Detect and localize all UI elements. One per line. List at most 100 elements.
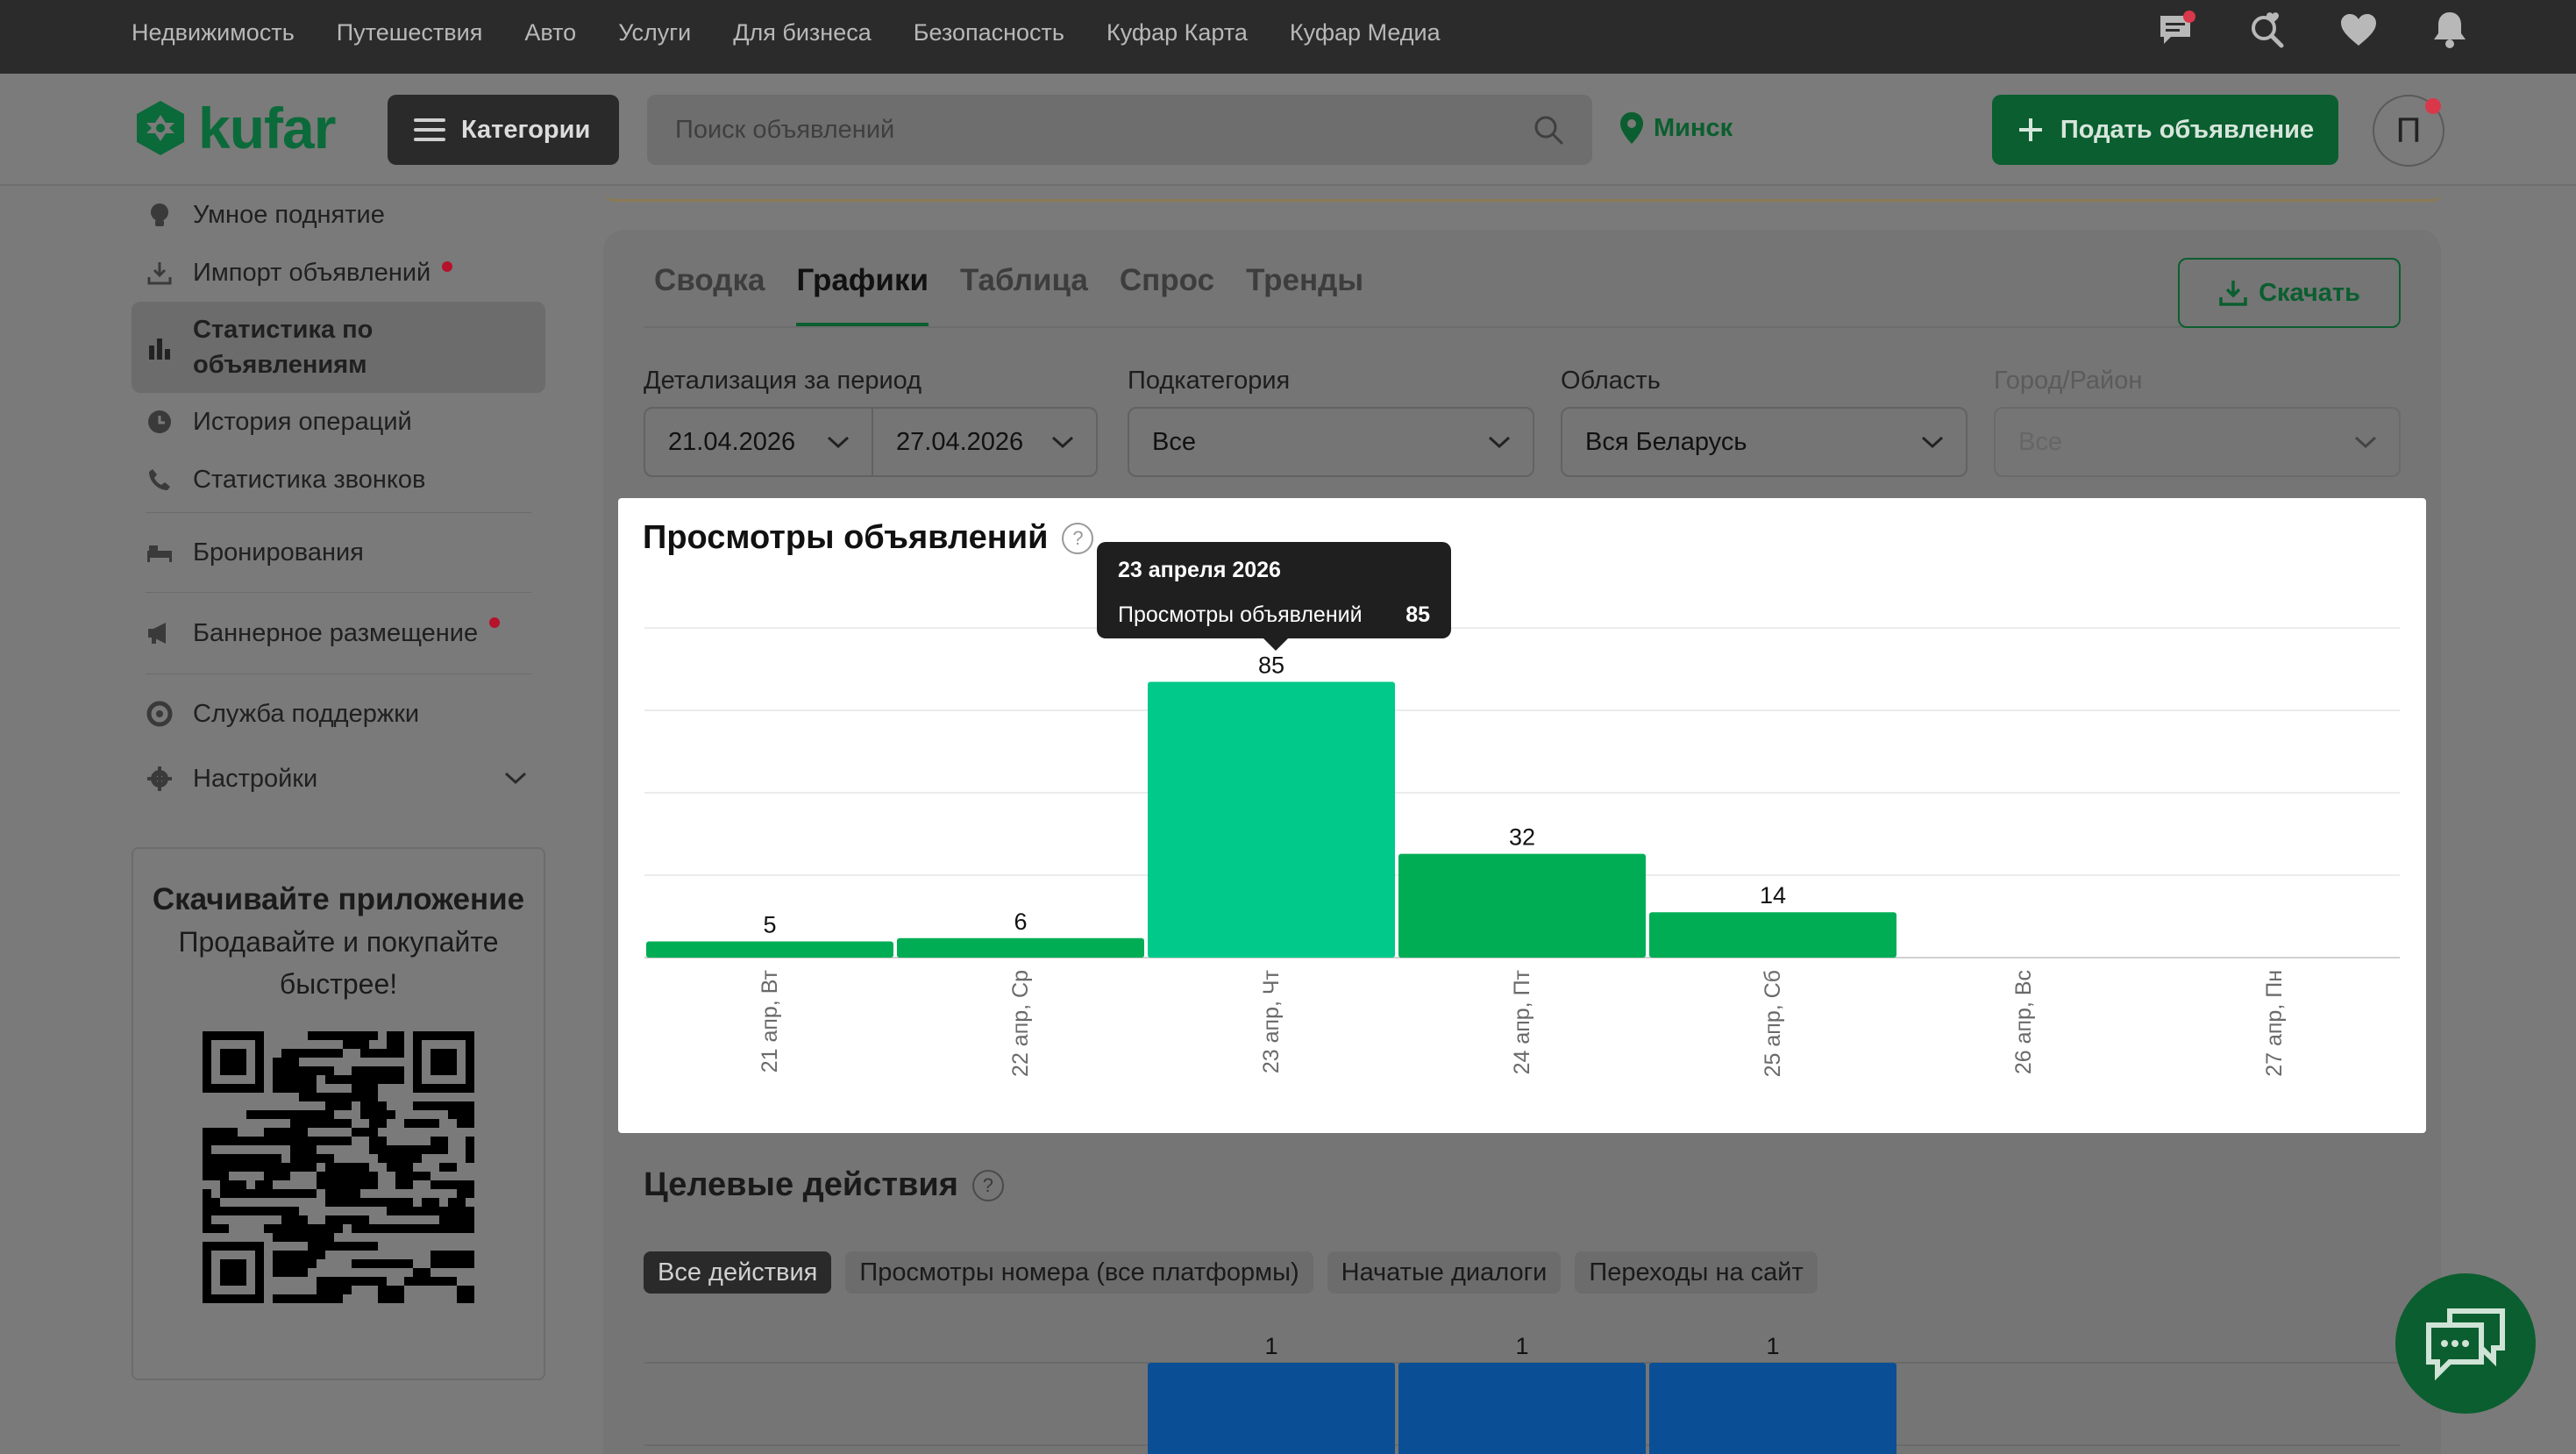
- sidebar-item-bookings[interactable]: Бронирования: [132, 517, 545, 588]
- qr-module: [229, 1137, 238, 1145]
- sidebar-item-history[interactable]: История операций: [132, 393, 545, 451]
- qr-module: [334, 1093, 343, 1101]
- qr-module: [360, 1084, 369, 1093]
- qr-module: [360, 1049, 369, 1058]
- categories-button[interactable]: Категории: [388, 95, 619, 165]
- qr-module: [325, 1119, 334, 1128]
- tab-summary[interactable]: Сводка: [654, 263, 765, 326]
- qr-module: [395, 1172, 404, 1180]
- tab-trends[interactable]: Тренды: [1246, 263, 1363, 326]
- qr-module: [369, 1277, 378, 1286]
- sidebar-item-smart-raise[interactable]: Умное поднятие: [132, 186, 545, 244]
- qr-module: [395, 1066, 404, 1075]
- qr-module: [404, 1277, 413, 1286]
- qr-module: [369, 1242, 378, 1251]
- qr-module: [325, 1163, 334, 1172]
- qr-module: [211, 1224, 220, 1233]
- qr-module: [343, 1277, 352, 1286]
- logo-text: kufar: [198, 96, 336, 160]
- qr-module: [422, 1268, 431, 1277]
- region-label: Область: [1561, 367, 1661, 395]
- qr-module: [299, 1145, 308, 1154]
- sidebar-item-banners[interactable]: Баннерное размещение: [132, 596, 545, 670]
- qr-module: [264, 1224, 273, 1233]
- qr-module: [378, 1198, 387, 1207]
- bar: [1148, 681, 1395, 958]
- post-ad-label: Подать объявление: [2060, 115, 2315, 144]
- sidebar-item-import[interactable]: Импорт объявлений: [132, 244, 545, 302]
- qr-module: [343, 1093, 352, 1101]
- chevron-down-icon[interactable]: [503, 769, 528, 787]
- qr-module: [264, 1128, 273, 1137]
- qr-module: [360, 1040, 369, 1049]
- qr-module: [308, 1259, 317, 1268]
- qr-module: [273, 1233, 281, 1242]
- qr-module: [448, 1163, 457, 1172]
- qr-module: [299, 1137, 308, 1145]
- qr-module: [404, 1172, 413, 1180]
- qr-module: [299, 1294, 308, 1303]
- qr-module: [273, 1110, 281, 1119]
- qr-module: [360, 1172, 369, 1180]
- qr-module: [308, 1294, 317, 1303]
- download-button[interactable]: Скачать: [2178, 258, 2401, 328]
- messages-icon[interactable]: [2155, 9, 2197, 51]
- chip-all-actions[interactable]: Все действия: [644, 1251, 832, 1294]
- date-to-select[interactable]: 27.04.2026: [872, 407, 1098, 477]
- top-link-safety[interactable]: Безопасность: [914, 19, 1064, 46]
- avatar[interactable]: П: [2373, 95, 2444, 167]
- qr-module: [369, 1084, 378, 1093]
- kufar-logo[interactable]: kufar: [132, 95, 336, 161]
- qr-module: [466, 1215, 474, 1224]
- qr-module: [299, 1084, 308, 1093]
- tab-charts[interactable]: Графики: [796, 263, 929, 326]
- city-district-label: Город/Район: [1994, 367, 2143, 395]
- qr-module: [334, 1172, 343, 1180]
- region-select[interactable]: Вся Беларусь: [1561, 407, 1968, 477]
- sidebar-item-statistics[interactable]: Статистика по объявлениям: [132, 302, 545, 393]
- chip-site-visits[interactable]: Переходы на сайт: [1575, 1251, 1818, 1294]
- avatar-notification-dot: [2425, 98, 2441, 114]
- date-from-select[interactable]: 21.04.2026: [644, 407, 873, 477]
- qr-module: [220, 1172, 229, 1180]
- top-link-media[interactable]: Куфар Медиа: [1290, 19, 1441, 46]
- city-selector[interactable]: Минск: [1619, 110, 1733, 146]
- favorites-heart-icon[interactable]: [2338, 9, 2380, 51]
- qr-module: [466, 1110, 474, 1119]
- post-ad-button[interactable]: Подать объявление: [1992, 95, 2338, 165]
- sidebar-item-support[interactable]: Служба поддержки: [132, 678, 545, 750]
- qr-module: [325, 1075, 334, 1084]
- location-pin-icon: [1620, 112, 1643, 144]
- chip-phone-views[interactable]: Просмотры номера (все платформы): [845, 1251, 1313, 1294]
- tab-table[interactable]: Таблица: [960, 263, 1088, 326]
- help-icon[interactable]: ?: [971, 1169, 1004, 1201]
- qr-module: [317, 1277, 325, 1286]
- qr-module: [395, 1180, 404, 1189]
- search-input[interactable]: Поиск объявлений: [647, 95, 1592, 165]
- top-link-services[interactable]: Услуги: [618, 19, 691, 46]
- qr-module: [203, 1207, 211, 1215]
- views-chart-card: Просмотры объявлений ? 5 21 апр, Вт 6 22 ап…: [618, 498, 2426, 1133]
- search-icon[interactable]: [1531, 112, 1566, 147]
- chat-support-button[interactable]: [2395, 1273, 2536, 1414]
- qr-module: [255, 1154, 264, 1163]
- top-link-auto[interactable]: Авто: [524, 19, 576, 46]
- bell-icon[interactable]: [2429, 9, 2471, 51]
- qr-module: [448, 1224, 457, 1233]
- chip-started-dialogs[interactable]: Начатые диалоги: [1327, 1251, 1562, 1294]
- qr-module: [273, 1084, 281, 1093]
- subcategory-select[interactable]: Все: [1128, 407, 1534, 477]
- top-link-realty[interactable]: Недвижимость: [132, 19, 295, 46]
- top-link-map[interactable]: Куфар Карта: [1107, 19, 1248, 46]
- qr-module: [466, 1189, 474, 1198]
- qr-module: [255, 1163, 264, 1172]
- saved-search-icon[interactable]: [2246, 9, 2288, 51]
- sidebar-item-calls[interactable]: Статистика звонков: [132, 451, 545, 509]
- top-link-business[interactable]: Для бизнеса: [733, 19, 872, 46]
- qr-module: [431, 1224, 439, 1233]
- bar: [1649, 1363, 1896, 1454]
- tab-demand[interactable]: Спрос: [1120, 263, 1214, 326]
- qr-module: [352, 1259, 360, 1268]
- top-link-travel[interactable]: Путешествия: [337, 19, 483, 46]
- sidebar-item-settings[interactable]: Настройки: [132, 750, 545, 808]
